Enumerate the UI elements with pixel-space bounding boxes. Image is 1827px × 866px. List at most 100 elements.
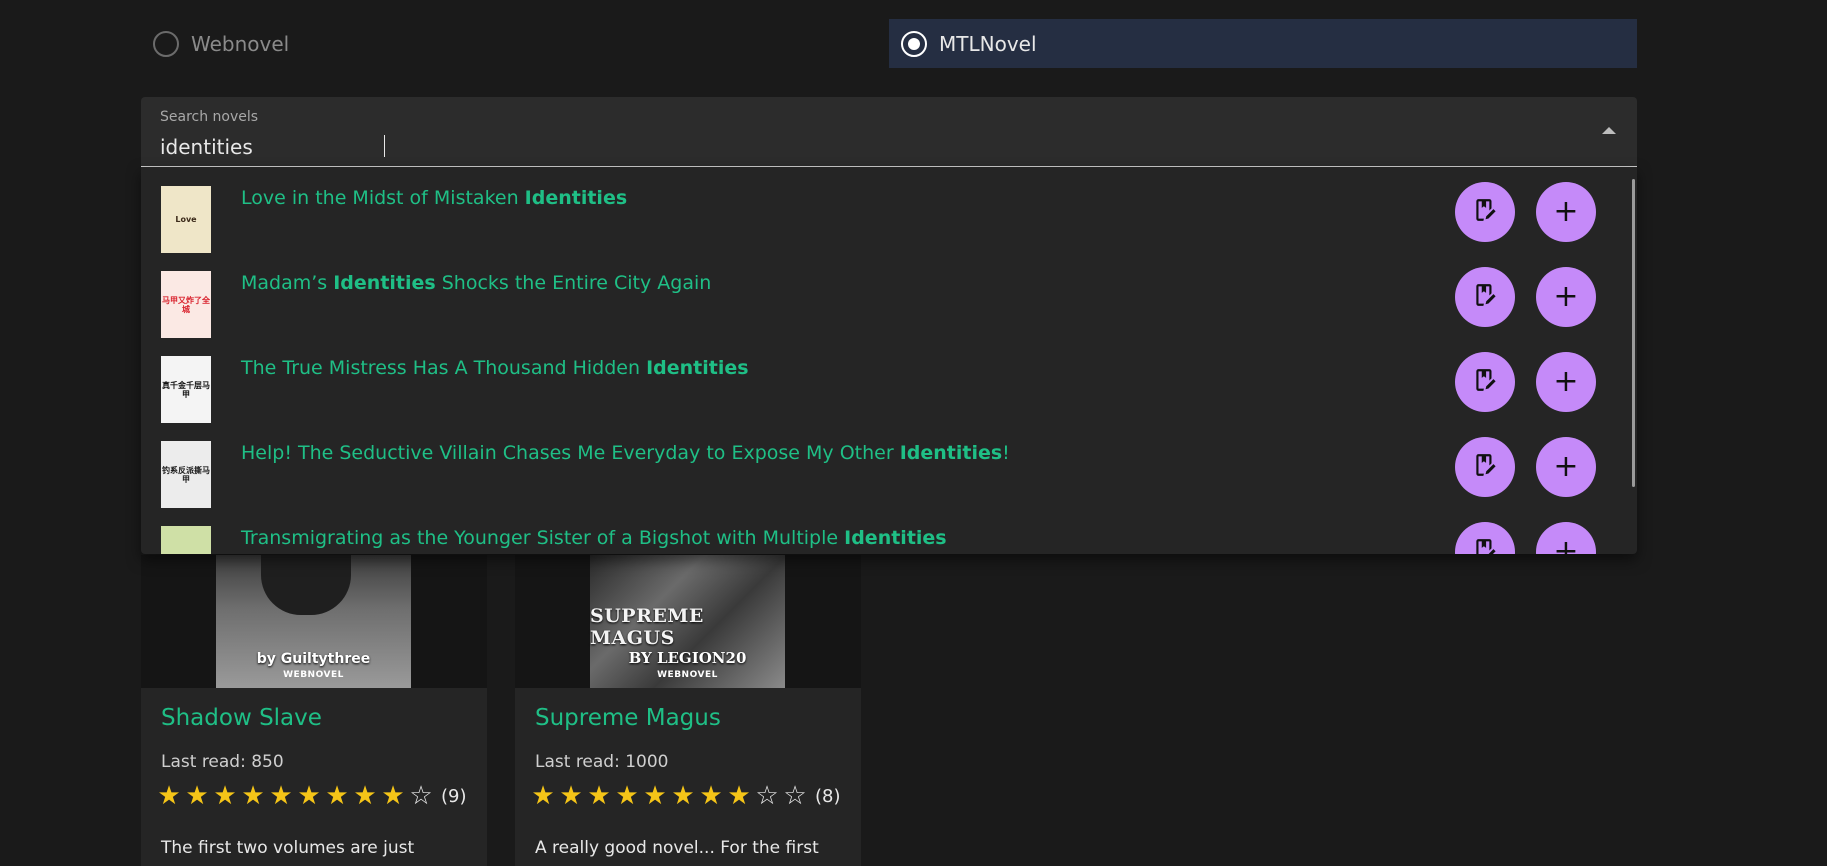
result-thumbnail: 马甲大佬 xyxy=(161,526,211,554)
novel-title[interactable]: Supreme Magus xyxy=(535,705,721,731)
cover-author: by Guiltythree xyxy=(256,651,371,667)
result-row[interactable]: 钓系反派撕马甲 Help! The Seductive Villain Chase… xyxy=(141,422,1637,508)
cover-author: BY LEGION20 xyxy=(628,649,747,667)
plus-icon: + xyxy=(1553,534,1579,555)
star-rating[interactable]: ★ ★ ★ ★ ★ ★ ★ ★ ☆ ☆ (8) xyxy=(529,783,841,809)
edit-book-button[interactable] xyxy=(1455,437,1515,497)
result-title-text: The True Mistress Has A Thousand Hidden xyxy=(241,357,647,379)
result-row[interactable]: 马甲又炸了全城 Madam’s Identities Shocks the Ent… xyxy=(141,252,1637,338)
radio-webnovel[interactable]: Webnovel xyxy=(141,19,881,68)
edit-book-icon xyxy=(1472,452,1498,482)
last-read: Last read: 850 xyxy=(161,752,284,772)
star-filled-icon[interactable]: ★ xyxy=(697,783,725,809)
star-filled-icon[interactable]: ★ xyxy=(155,783,183,809)
scrollbar[interactable] xyxy=(1632,179,1635,487)
plus-icon: + xyxy=(1553,279,1579,314)
edit-book-icon xyxy=(1472,197,1498,227)
star-filled-icon[interactable]: ★ xyxy=(239,783,267,809)
review-text: A really good novel... For the first xyxy=(535,838,819,858)
result-thumbnail: Love xyxy=(161,186,211,253)
star-filled-icon[interactable]: ★ xyxy=(211,783,239,809)
result-title[interactable]: Transmigrating as the Younger Sister of … xyxy=(241,527,947,549)
star-filled-icon[interactable]: ★ xyxy=(183,783,211,809)
page: Webnovel MTLNovel by Guiltythree WEBNOVE… xyxy=(0,0,1827,866)
star-filled-icon[interactable]: ★ xyxy=(323,783,351,809)
result-thumbnail: 钓系反派撕马甲 xyxy=(161,441,211,508)
radio-circle-icon[interactable] xyxy=(901,30,927,57)
result-title[interactable]: The True Mistress Has A Thousand Hidden … xyxy=(241,357,749,379)
review-text: The first two volumes are just xyxy=(161,838,415,858)
cover-frame: SUPREME MAGUS BY LEGION20 WEBNOVEL xyxy=(515,555,861,688)
cover-publisher: WEBNOVEL xyxy=(283,670,344,680)
result-title[interactable]: Help! The Seductive Villain Chases Me Ev… xyxy=(241,442,1010,464)
star-filled-icon[interactable]: ★ xyxy=(585,783,613,809)
result-title-match: Identities xyxy=(524,187,628,209)
edit-book-button[interactable] xyxy=(1455,352,1515,412)
rating-count: (9) xyxy=(441,785,467,807)
result-title-text: Transmigrating as the Younger Sister of … xyxy=(241,527,845,549)
add-novel-button[interactable]: + xyxy=(1536,267,1596,327)
cover-frame: by Guiltythree WEBNOVEL xyxy=(141,555,487,688)
cover-title: SUPREME MAGUS xyxy=(590,605,704,649)
result-row[interactable]: Love Love in the Midst of Mistaken Identi… xyxy=(141,167,1637,253)
novel-card[interactable]: SUPREME MAGUS BY LEGION20 WEBNOVEL Supre… xyxy=(515,555,861,866)
star-filled-icon[interactable]: ★ xyxy=(669,783,697,809)
result-title-match: Identities xyxy=(333,272,436,294)
result-title-match: Identities xyxy=(646,357,749,379)
cover-image: by Guiltythree WEBNOVEL xyxy=(216,555,411,688)
cover-image: SUPREME MAGUS BY LEGION20 WEBNOVEL xyxy=(590,555,785,688)
result-thumbnail: 马甲又炸了全城 xyxy=(161,271,211,338)
rating-count: (8) xyxy=(815,785,841,807)
edit-book-icon xyxy=(1472,282,1498,312)
search-field[interactable]: Search novels xyxy=(141,97,1637,167)
plus-icon: + xyxy=(1553,364,1579,399)
add-novel-button[interactable]: + xyxy=(1536,437,1596,497)
result-title-text: Love in the Midst of Mistaken xyxy=(241,187,525,209)
result-title-match: Identities xyxy=(899,442,1003,464)
star-filled-icon[interactable]: ★ xyxy=(379,783,407,809)
plus-icon: + xyxy=(1553,194,1579,229)
star-filled-icon[interactable]: ★ xyxy=(557,783,585,809)
edit-book-button[interactable] xyxy=(1455,522,1515,554)
result-title[interactable]: Madam’s Identities Shocks the Entire Cit… xyxy=(241,272,711,294)
search-label: Search novels xyxy=(160,109,259,125)
result-title-text: Madam’s xyxy=(241,272,334,294)
dropdown-arrow-icon[interactable] xyxy=(1602,127,1616,134)
last-read: Last read: 1000 xyxy=(535,752,669,772)
search-input[interactable] xyxy=(160,133,1540,161)
star-rating[interactable]: ★ ★ ★ ★ ★ ★ ★ ★ ★ ☆ (9) xyxy=(155,783,467,809)
radio-label-mtlnovel: MTLNovel xyxy=(939,31,1037,56)
star-empty-icon[interactable]: ☆ xyxy=(753,783,781,809)
cover-publisher: WEBNOVEL xyxy=(657,670,718,680)
star-filled-icon[interactable]: ★ xyxy=(725,783,753,809)
star-empty-icon[interactable]: ☆ xyxy=(781,783,809,809)
star-filled-icon[interactable]: ★ xyxy=(529,783,557,809)
edit-book-icon xyxy=(1472,367,1498,397)
edit-book-button[interactable] xyxy=(1455,267,1515,327)
star-filled-icon[interactable]: ★ xyxy=(641,783,669,809)
result-row[interactable]: 马甲大佬 Transmigrating as the Younger Sister… xyxy=(141,507,1637,554)
search-results-dropdown[interactable]: Love Love in the Midst of Mistaken Identi… xyxy=(141,167,1637,554)
star-filled-icon[interactable]: ★ xyxy=(613,783,641,809)
result-title-text: Shocks the Entire City Again xyxy=(435,272,712,294)
cover-art xyxy=(261,555,351,615)
plus-icon: + xyxy=(1553,449,1579,484)
result-title[interactable]: Love in the Midst of Mistaken Identities xyxy=(241,187,627,209)
edit-book-button[interactable] xyxy=(1455,182,1515,242)
add-novel-button[interactable]: + xyxy=(1536,522,1596,554)
result-row[interactable]: 真千金千层马甲 The True Mistress Has A Thousand … xyxy=(141,337,1637,423)
radio-circle-icon[interactable] xyxy=(153,30,179,57)
result-title-text: ! xyxy=(1002,442,1010,464)
add-novel-button[interactable]: + xyxy=(1536,352,1596,412)
add-novel-button[interactable]: + xyxy=(1536,182,1596,242)
radio-label-webnovel: Webnovel xyxy=(191,31,290,56)
star-empty-icon[interactable]: ☆ xyxy=(407,783,435,809)
novel-card[interactable]: by Guiltythree WEBNOVEL Shadow Slave Las… xyxy=(141,555,487,866)
star-filled-icon[interactable]: ★ xyxy=(295,783,323,809)
star-filled-icon[interactable]: ★ xyxy=(351,783,379,809)
text-caret xyxy=(384,135,385,157)
radio-mtlnovel[interactable]: MTLNovel xyxy=(889,19,1637,68)
star-filled-icon[interactable]: ★ xyxy=(267,783,295,809)
novel-title[interactable]: Shadow Slave xyxy=(161,705,322,731)
result-title-text: Help! The Seductive Villain Chases Me Ev… xyxy=(241,442,900,464)
